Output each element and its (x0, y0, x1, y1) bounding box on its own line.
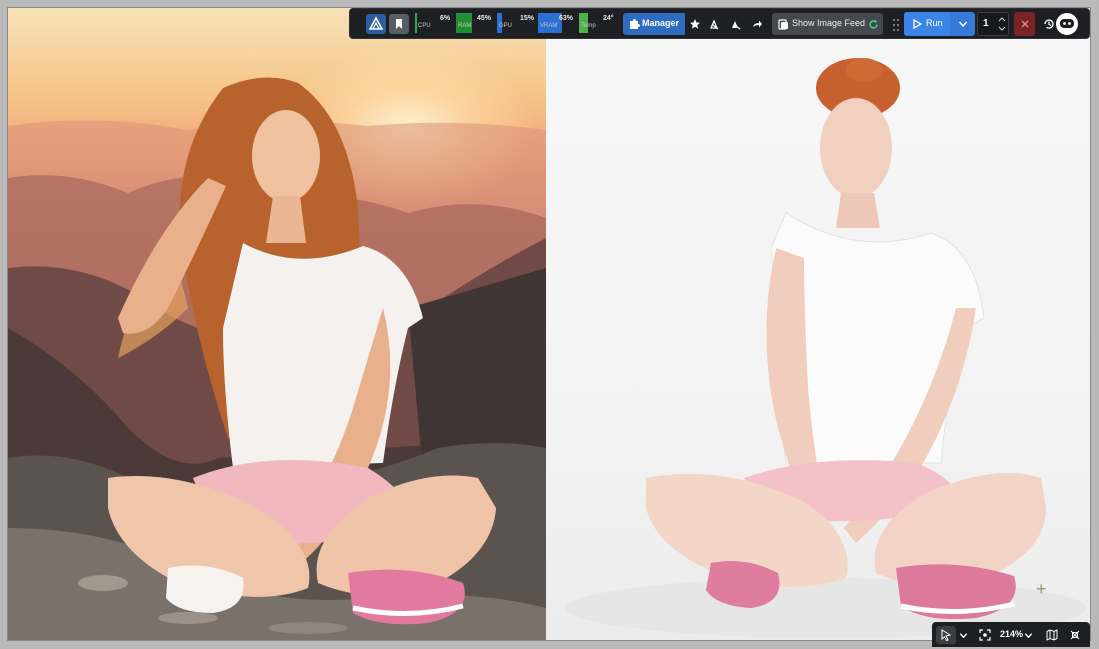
ram-meter-label: RAM (458, 23, 472, 29)
refresh-icon (869, 19, 878, 29)
zoom-level[interactable]: 214% (1000, 629, 1023, 639)
eraser-alt-button[interactable] (726, 13, 747, 35)
resource-meters: CPU 6% RAM 45% GPU 15% VRAM 63% Temp 24° (415, 11, 620, 37)
run-options-dropdown[interactable] (950, 12, 975, 36)
top-toolbar: CPU 6% RAM 45% GPU 15% VRAM 63% Temp 24°… (349, 8, 1090, 39)
pointer-tool-button[interactable] (936, 626, 956, 644)
puzzle-icon (630, 19, 640, 29)
add-marker-icon[interactable]: + (1036, 580, 1047, 598)
chevron-down-icon (958, 21, 968, 28)
output-image-right[interactable] (546, 8, 1090, 640)
vram-meter-value: 63% (559, 15, 574, 22)
logo-button[interactable] (366, 14, 386, 34)
canvas-zoom-bar: 214% (932, 622, 1090, 647)
drag-handle-icon[interactable] (892, 18, 900, 32)
play-icon (913, 19, 922, 29)
cpu-meter-bar (415, 13, 417, 33)
feed-icon (778, 19, 788, 30)
temp-meter-value: 24° (603, 15, 614, 22)
link-off-icon[interactable] (1069, 629, 1081, 641)
manager-group: Manager (623, 13, 768, 35)
left-image-art (8, 77, 546, 640)
stepper-down-icon[interactable] (998, 26, 1006, 32)
share-icon (753, 20, 762, 28)
canvas-frame (7, 7, 1091, 641)
assistant-button[interactable] (1054, 11, 1080, 37)
output-image-left[interactable] (8, 8, 546, 640)
stepper-up-icon[interactable] (998, 16, 1006, 22)
cpu-meter-label: CPU (418, 23, 431, 29)
eraser-alt-icon (732, 21, 741, 30)
manager-button[interactable]: Manager (623, 13, 683, 35)
right-image-art (566, 58, 1086, 638)
eraser-button[interactable] (705, 13, 726, 35)
run-label: Run (926, 18, 943, 28)
share-button[interactable] (747, 13, 768, 35)
vram-meter-label: VRAM (540, 23, 558, 29)
star-button[interactable] (685, 13, 705, 35)
fit-icon[interactable] (979, 629, 991, 641)
queue-count-stepper[interactable]: 1 (977, 12, 1009, 36)
temp-meter-label: Temp (581, 23, 596, 29)
eraser-icon (710, 19, 719, 30)
bookmark-icon (396, 19, 402, 29)
cancel-run-button[interactable] (1014, 12, 1035, 36)
pointer-icon (941, 629, 952, 641)
manager-label: Manager (642, 18, 680, 28)
cpu-meter-value: 6% (440, 15, 451, 22)
ram-meter-value: 45% (477, 15, 492, 22)
show-image-feed-button[interactable]: Show Image Feed (772, 13, 883, 35)
gpu-meter-value: 15% (520, 15, 535, 22)
queue-count-value: 1 (983, 18, 989, 29)
chevron-down-icon[interactable] (959, 631, 968, 640)
gpu-meter-label: GPU (499, 23, 513, 29)
close-icon (1021, 20, 1028, 28)
show-image-feed-label: Show Image Feed (792, 18, 866, 28)
zoom-chevron-down-icon[interactable] (1024, 631, 1033, 640)
logo-icon (368, 16, 384, 30)
bookmark-button[interactable] (389, 14, 409, 34)
star-icon (690, 19, 700, 29)
map-icon[interactable] (1046, 629, 1058, 641)
assistant-icon (1060, 19, 1074, 28)
